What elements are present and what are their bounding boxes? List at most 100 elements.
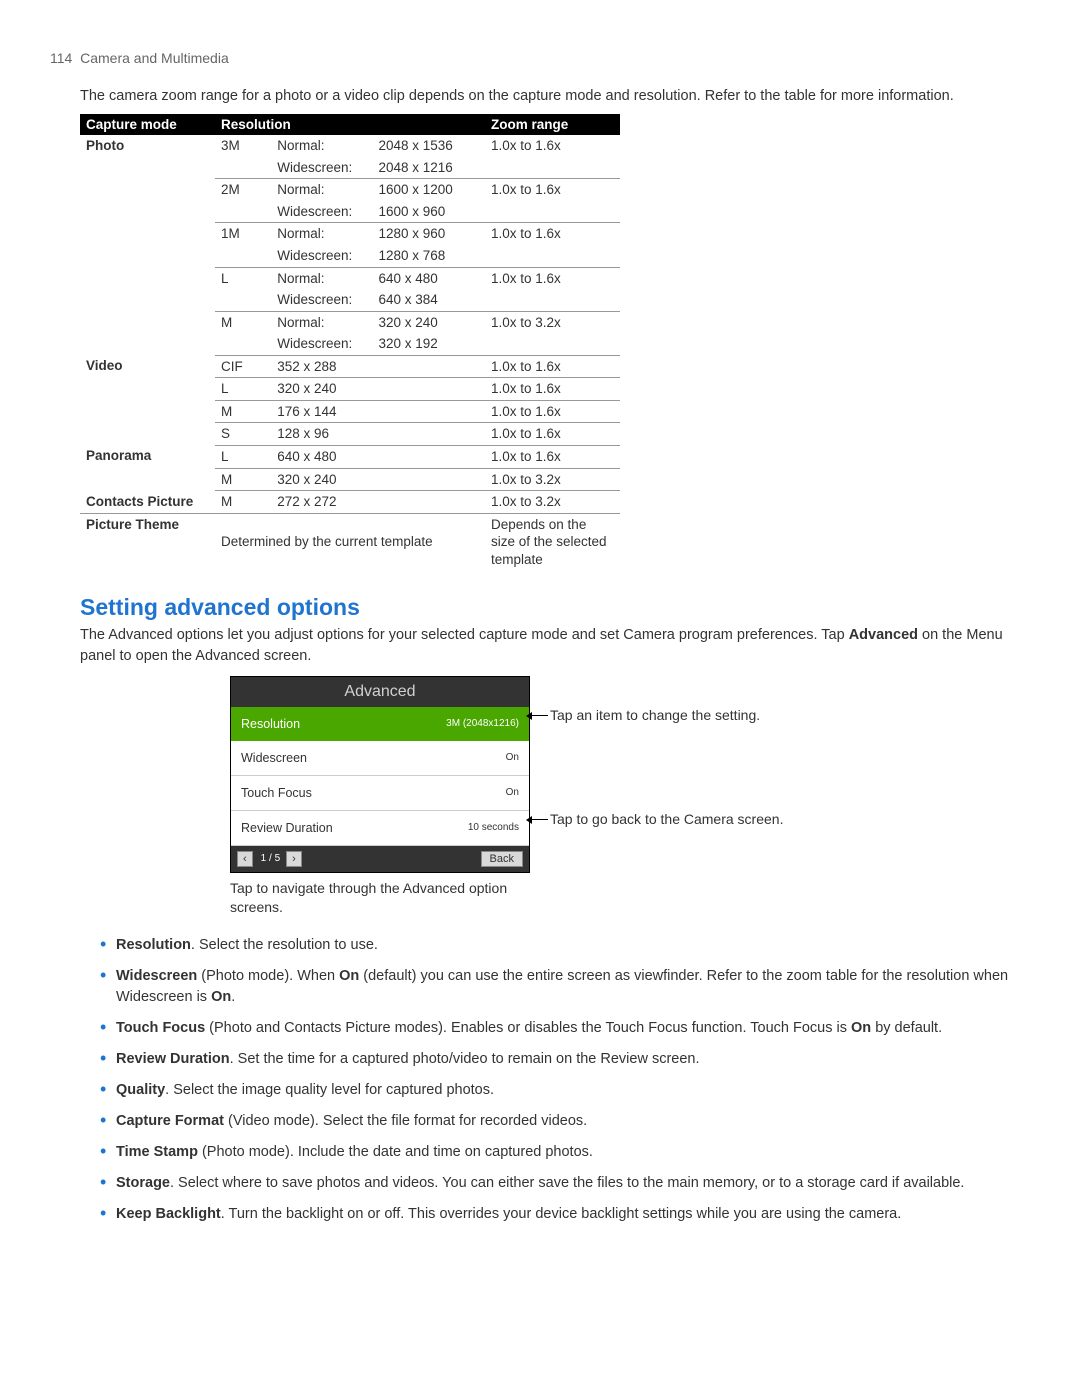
table-cell: M <box>215 311 271 355</box>
intro-text: The camera zoom range for a photo or a v… <box>80 86 1030 106</box>
list-item: Touch Focus (Photo and Contacts Picture … <box>100 1018 1030 1039</box>
table-cell: 320 x 240 <box>373 311 486 333</box>
page-header: 114 Camera and Multimedia <box>50 50 1030 66</box>
table-cell: Widescreen: <box>271 333 372 355</box>
table-cell: 1.0x to 3.2x <box>485 468 620 491</box>
row-value: 10 seconds <box>468 822 519 833</box>
th-capture-mode: Capture mode <box>80 114 215 135</box>
table-cell: 1.0x to 3.2x <box>485 491 620 514</box>
table-cell: L <box>215 267 271 311</box>
table-cell: Normal: <box>271 267 372 289</box>
th-zoom-range: Zoom range <box>485 114 620 135</box>
row-touch-focus[interactable]: Touch Focus On <box>231 776 529 811</box>
advanced-footer: ‹ 1 / 5 › Back <box>231 846 529 872</box>
table-cell: Depends on the size of the selected temp… <box>485 513 620 570</box>
options-list: Resolution. Select the resolution to use… <box>100 935 1030 1225</box>
table-cell: 2048 x 1216 <box>373 157 486 179</box>
row-value: On <box>506 752 519 763</box>
row-label: Review Duration <box>241 821 333 835</box>
section-heading: Setting advanced options <box>80 594 1030 621</box>
table-cell: 1.0x to 1.6x <box>485 267 620 311</box>
table-cell: 1.0x to 1.6x <box>485 445 620 468</box>
table-cell: Widescreen: <box>271 289 372 311</box>
table-cell: Widescreen: <box>271 157 372 179</box>
table-cell: 1.0x to 1.6x <box>485 223 620 267</box>
advanced-title: Advanced <box>231 677 529 707</box>
table-cell: 2048 x 1536 <box>373 135 486 157</box>
table-cell: 176 x 144 <box>271 400 485 423</box>
table-cell: 1280 x 768 <box>373 245 486 267</box>
table-cell: Normal: <box>271 179 372 201</box>
table-cell: 320 x 240 <box>271 468 485 491</box>
table-cell: Widescreen: <box>271 201 372 223</box>
table-cell: 640 x 480 <box>271 445 485 468</box>
row-label: Touch Focus <box>241 786 312 800</box>
table-cell: M <box>215 400 271 423</box>
mode-video: Video <box>80 355 215 445</box>
list-item: Storage. Select where to save photos and… <box>100 1173 1030 1194</box>
table-cell: 1600 x 1200 <box>373 179 486 201</box>
page-number: 114 <box>50 50 72 66</box>
list-item: Capture Format (Video mode). Select the … <box>100 1111 1030 1132</box>
row-value: On <box>506 787 519 798</box>
chapter-title: Camera and Multimedia <box>80 50 229 66</box>
table-cell: CIF <box>215 355 271 378</box>
table-cell: Normal: <box>271 223 372 245</box>
table-cell: 1.0x to 1.6x <box>485 135 620 179</box>
mode-photo: Photo <box>80 135 215 355</box>
prev-page-button[interactable]: ‹ <box>237 851 253 867</box>
table-cell: 1.0x to 3.2x <box>485 311 620 355</box>
table-cell: Determined by the current template <box>215 513 485 570</box>
table-cell: 1280 x 960 <box>373 223 486 245</box>
table-cell: 640 x 384 <box>373 289 486 311</box>
table-cell: L <box>215 378 271 401</box>
table-cell: 1M <box>215 223 271 267</box>
table-cell: Normal: <box>271 135 372 157</box>
table-cell: 272 x 272 <box>271 491 485 514</box>
table-cell: Normal: <box>271 311 372 333</box>
list-item: Widescreen (Photo mode). When On (defaul… <box>100 966 1030 1008</box>
table-cell: 2M <box>215 179 271 223</box>
table-cell: 1.0x to 1.6x <box>485 423 620 446</box>
table-cell: S <box>215 423 271 446</box>
list-item: Review Duration. Set the time for a capt… <box>100 1049 1030 1070</box>
list-item: Quality. Select the image quality level … <box>100 1080 1030 1101</box>
table-cell: 1.0x to 1.6x <box>485 400 620 423</box>
callout-tap-item: Tap an item to change the setting. <box>550 706 783 725</box>
list-item: Keep Backlight. Turn the backlight on or… <box>100 1204 1030 1225</box>
table-cell: L <box>215 445 271 468</box>
back-button[interactable]: Back <box>481 851 523 867</box>
next-page-button[interactable]: › <box>286 851 302 867</box>
table-cell: 3M <box>215 135 271 179</box>
pager-text: 1 / 5 <box>261 853 280 864</box>
section-paragraph: The Advanced options let you adjust opti… <box>80 625 1030 666</box>
table-cell: 1.0x to 1.6x <box>485 179 620 223</box>
row-resolution[interactable]: Resolution 3M (2048x1216) <box>231 707 529 741</box>
table-cell: 640 x 480 <box>373 267 486 289</box>
row-label: Widescreen <box>241 751 307 765</box>
row-label: Resolution <box>241 717 300 731</box>
row-widescreen[interactable]: Widescreen On <box>231 741 529 776</box>
mode-panorama: Panorama <box>80 445 215 490</box>
table-cell: 1.0x to 1.6x <box>485 355 620 378</box>
callout-navigate: Tap to navigate through the Advanced opt… <box>230 879 530 917</box>
table-cell: 1.0x to 1.6x <box>485 378 620 401</box>
table-cell: 320 x 192 <box>373 333 486 355</box>
list-item: Resolution. Select the resolution to use… <box>100 935 1030 956</box>
list-item: Time Stamp (Photo mode). Include the dat… <box>100 1142 1030 1163</box>
mode-picture-theme: Picture Theme <box>80 513 215 570</box>
table-cell: Widescreen: <box>271 245 372 267</box>
mode-contacts-picture: Contacts Picture <box>80 491 215 514</box>
row-review-duration[interactable]: Review Duration 10 seconds <box>231 811 529 846</box>
zoom-range-table: Capture mode Resolution Zoom range Photo… <box>80 114 620 570</box>
table-cell: 128 x 96 <box>271 423 485 446</box>
table-cell: M <box>215 491 271 514</box>
row-value: 3M (2048x1216) <box>446 718 519 729</box>
table-cell: 352 x 288 <box>271 355 485 378</box>
table-cell: M <box>215 468 271 491</box>
callout-back: Tap to go back to the Camera screen. <box>550 810 783 829</box>
th-resolution: Resolution <box>215 114 485 135</box>
table-cell: 1600 x 960 <box>373 201 486 223</box>
advanced-screen-mockup: Advanced Resolution 3M (2048x1216) Wides… <box>230 676 530 873</box>
table-cell: 320 x 240 <box>271 378 485 401</box>
